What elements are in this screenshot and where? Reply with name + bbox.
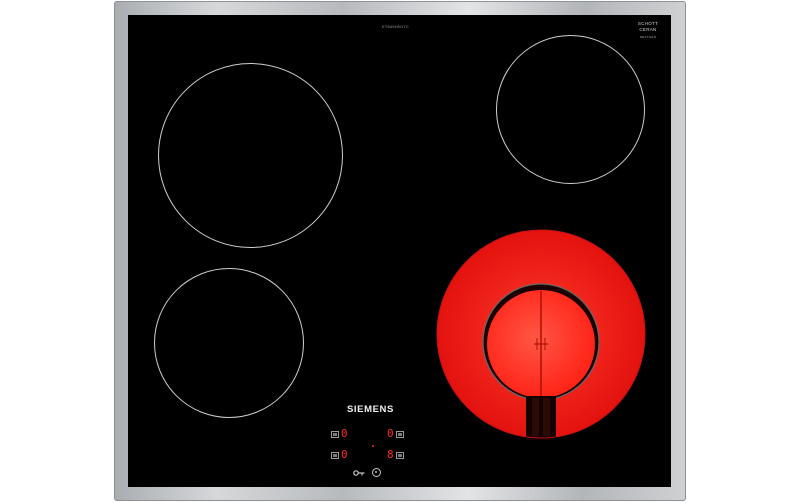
display-rear-right: 0 bbox=[387, 427, 394, 440]
display-front-left: 0 bbox=[341, 448, 348, 461]
cooking-zone-front-right-glowing bbox=[436, 229, 646, 440]
key-lock-icon[interactable] bbox=[353, 469, 365, 477]
sensor-icon[interactable] bbox=[331, 452, 339, 459]
terminal-gap bbox=[526, 396, 556, 440]
cooking-zone-rear-right bbox=[496, 35, 645, 184]
cooking-zone-front-left bbox=[154, 268, 304, 418]
glass-maker-logo: SCHOTT CERAN NEXTGEN bbox=[634, 21, 662, 41]
brand-logo: SIEMENS bbox=[347, 404, 394, 415]
sensor-icon[interactable] bbox=[396, 431, 404, 438]
display-indicator-dot bbox=[372, 445, 374, 447]
cooking-zone-rear-left bbox=[158, 63, 343, 248]
sensor-icon[interactable] bbox=[331, 431, 339, 438]
glass-maker-line1: SCHOTT bbox=[637, 21, 659, 26]
power-icon[interactable] bbox=[372, 468, 381, 477]
display-front-right: 8 bbox=[387, 448, 394, 461]
model-code-label: ET645HN17C bbox=[382, 24, 409, 29]
display-rear-left: 0 bbox=[341, 427, 348, 440]
ceramic-glass-hob: ET645HN17C SCHOTT CERAN NEXTGEN SIEMENS … bbox=[128, 15, 671, 487]
sensor-icon[interactable] bbox=[396, 452, 404, 459]
glass-maker-line2: CERAN bbox=[639, 26, 657, 32]
glass-note: NEXTGEN bbox=[639, 35, 657, 39]
